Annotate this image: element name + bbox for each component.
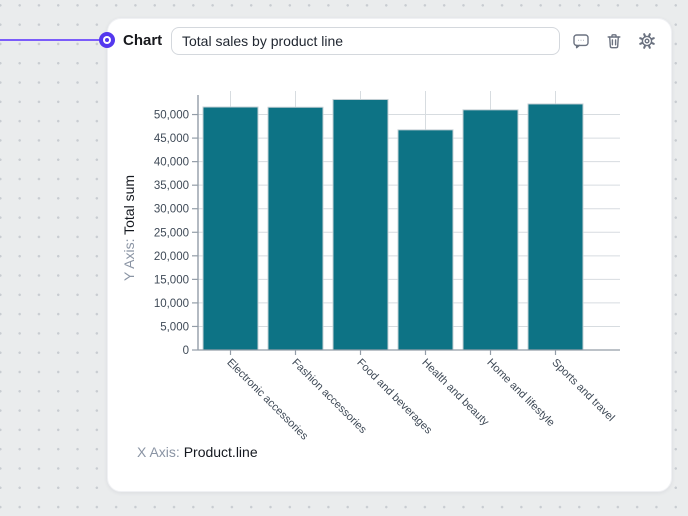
y-axis-title: Y Axis: Total sum: [121, 175, 137, 281]
chart-node-card[interactable]: Chart: [107, 18, 672, 492]
gear-icon: [638, 32, 656, 50]
y-tick-label: 25,000: [154, 227, 189, 239]
bar-5[interactable]: [528, 104, 583, 350]
node-type-label: Chart: [123, 32, 162, 49]
x-axis-prefix: X Axis:: [137, 444, 180, 460]
x-axis-field: Product.line: [184, 444, 258, 460]
bar-0[interactable]: [203, 107, 258, 350]
delete-button[interactable]: [602, 29, 626, 53]
bar-4[interactable]: [463, 110, 518, 350]
x-category-label: Health and beauty: [419, 357, 491, 429]
y-axis-prefix: Y Axis:: [121, 239, 137, 282]
y-tick-label: 40,000: [154, 157, 189, 169]
comment-icon: [572, 32, 590, 50]
y-tick-label: 20,000: [154, 251, 189, 263]
node-connector-port[interactable]: [99, 32, 115, 48]
comment-button[interactable]: [569, 29, 593, 53]
y-axis-field: Total sum: [121, 175, 137, 235]
bar-1[interactable]: [268, 107, 323, 350]
trash-icon: [605, 32, 623, 50]
y-tick-label: 10,000: [154, 298, 189, 310]
connector-edge: [0, 39, 107, 41]
y-tick-label: 45,000: [154, 133, 189, 145]
x-category-label: Sports and travel: [549, 357, 616, 424]
port-pin: [105, 38, 109, 42]
node-editor-canvas[interactable]: Chart: [0, 0, 688, 516]
bar-chart: 0 5,000 10,000 15,000 20,000 25,000 30,000 35,0…: [108, 69, 673, 449]
node-action-bar: [569, 29, 659, 53]
y-tick-label: 35,000: [154, 180, 189, 192]
y-tick-label: 15,000: [154, 274, 189, 286]
bar-chart-svg: 0 5,000 10,000 15,000 20,000 25,000 30,000 35,0…: [108, 69, 673, 449]
y-tick-label: 5,000: [160, 321, 189, 333]
y-tick-label: 0: [183, 345, 189, 357]
y-tick-label: 50,000: [154, 110, 189, 122]
chart-title-input[interactable]: [171, 27, 560, 55]
bar-3[interactable]: [398, 130, 453, 350]
settings-button[interactable]: [635, 29, 659, 53]
bar-2[interactable]: [333, 99, 388, 350]
y-tick-label: 30,000: [154, 204, 189, 216]
x-axis-title: X Axis: Product.line: [137, 444, 258, 460]
x-category-label: Home and lifestyle: [484, 357, 556, 429]
